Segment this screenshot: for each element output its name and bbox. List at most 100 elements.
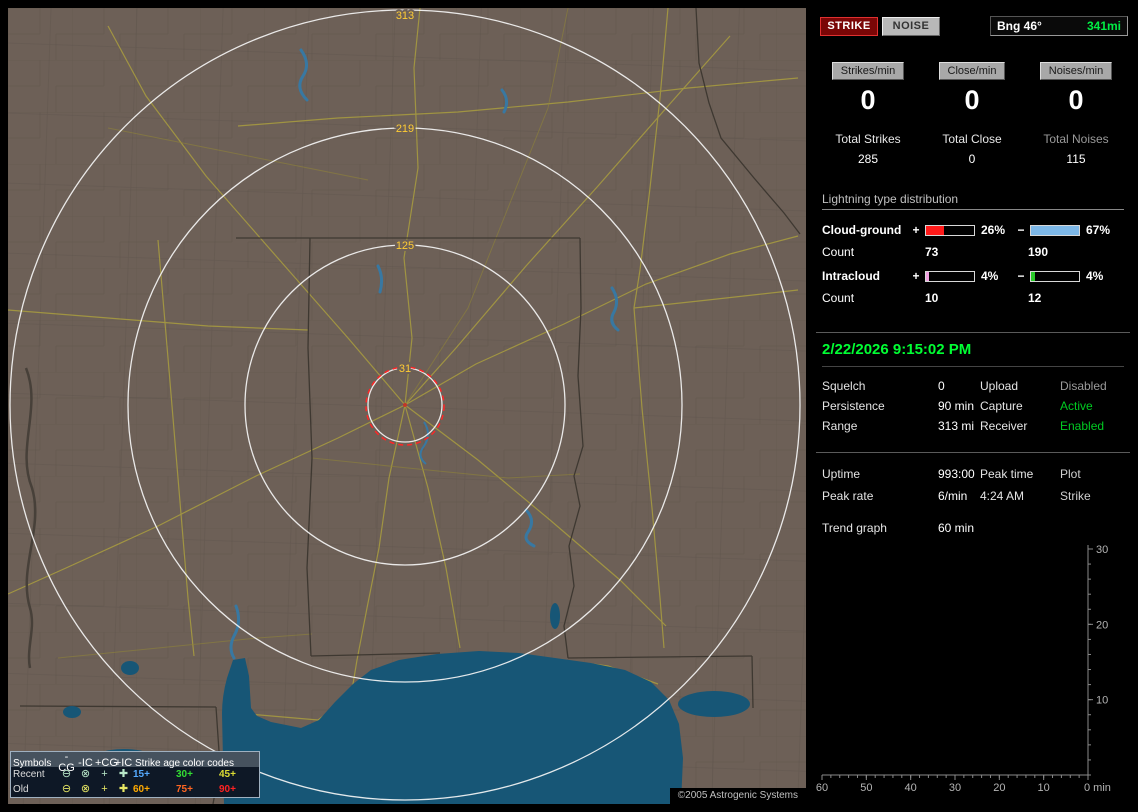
cg-count-label: Count	[822, 245, 855, 259]
age-75: 75+	[176, 784, 193, 795]
cg-minus-bar	[1030, 224, 1080, 236]
bearing-range-value: 341mi	[1086, 19, 1121, 33]
trend-graph-row: Trend graph 60 min	[822, 517, 1130, 539]
recent-minus-cg-icon: ⊖	[61, 768, 72, 780]
minus-sign: −	[1017, 269, 1025, 283]
map-canvas: 313 219 125 31	[8, 8, 806, 804]
plus-sign: +	[912, 223, 920, 237]
legend-recent-label: Recent	[13, 769, 45, 780]
noise-button[interactable]: NOISE	[882, 16, 940, 36]
old-plus-ic-icon: ✚	[118, 783, 129, 795]
ring-label-125: 125	[396, 240, 414, 252]
persistence-value: 90 min	[938, 399, 975, 413]
close-per-min-counter: Close/min 0	[920, 62, 1024, 116]
ring-label-313: 313	[396, 10, 414, 22]
peak-rate-label: Peak rate	[822, 489, 874, 503]
total-noises: Total Noises 115	[1024, 132, 1128, 166]
receiver-status: Enabled	[1060, 419, 1105, 433]
range-value: 313 mi	[938, 419, 975, 433]
svg-text:10: 10	[1096, 695, 1108, 707]
age-30: 30+	[176, 769, 193, 780]
ic-minus-bar-fill	[1031, 271, 1035, 281]
recent-plus-cg-icon: +	[101, 768, 108, 780]
lightning-map[interactable]: 313 219 125 31 Symbols -CG -IC +CG +IC S…	[8, 8, 806, 804]
peak-rate-row: Peak rate 6/min 4:24 AM Strike	[822, 485, 1130, 507]
station-marker	[403, 403, 407, 407]
recent-plus-ic-icon: ✚	[118, 768, 129, 780]
total-noises-label: Total Noises	[1043, 132, 1109, 146]
range-row: Range 313 mi Receiver Enabled	[822, 416, 1130, 436]
noises-per-min-counter: Noises/min 0	[1024, 62, 1128, 116]
cloud-ground-count-row: Count 73 190	[822, 240, 1124, 264]
range-label: Range	[822, 419, 858, 433]
trend-graph-value: 60 min	[938, 521, 975, 535]
rate-counters: Strikes/min 0 Close/min 0 Noises/min 0	[816, 62, 1130, 116]
svg-text:0 min: 0 min	[1084, 782, 1111, 794]
toolbar: STRIKE NOISE Bng 46° 341mi	[816, 16, 1130, 36]
intracloud-label: Intracloud	[822, 269, 881, 283]
old-minus-ic-icon: ⊗	[80, 783, 91, 795]
upload-label: Upload	[980, 379, 1019, 393]
totals: Total Strikes 285 Total Close 0 Total No…	[816, 132, 1130, 166]
capture-status: Active	[1060, 399, 1093, 413]
squelch-row: Squelch 0 Upload Disabled	[822, 376, 1130, 396]
cg-minus-count: 190	[1028, 245, 1049, 259]
total-noises-value: 115	[1066, 152, 1086, 166]
age-15: 15+	[133, 769, 150, 780]
close-per-min-value: 0	[964, 85, 980, 115]
squelch-label: Squelch	[822, 379, 866, 393]
total-close-value: 0	[968, 152, 976, 166]
uptime-value: 993:00	[938, 467, 975, 481]
total-strikes: Total Strikes 285	[816, 132, 920, 166]
total-strikes-value: 285	[857, 152, 879, 166]
peak-time-label: Peak time	[980, 467, 1034, 481]
legend-old-row: Old ⊖ ⊗ + ✚ 60+ 75+ 90+	[11, 782, 259, 797]
svg-text:20: 20	[1096, 619, 1108, 631]
distribution-title: Lightning type distribution	[822, 192, 1124, 210]
plus-sign: +	[912, 269, 920, 283]
plot-label: Plot	[1060, 467, 1081, 481]
svg-text:60: 60	[816, 782, 828, 794]
datetime-display: 2/22/2026 9:15:02 PM	[822, 337, 1124, 367]
cg-plus-percent: 26%	[981, 223, 1006, 237]
ic-plus-bar-fill	[926, 271, 930, 281]
strike-button[interactable]: STRIKE	[820, 16, 878, 36]
legend-col-minus-ic: -IC	[78, 756, 93, 769]
svg-text:20: 20	[993, 782, 1005, 794]
receiver-label: Receiver	[980, 419, 1028, 433]
noises-per-min-chip[interactable]: Noises/min	[1039, 62, 1113, 80]
map-legend: Symbols -CG -IC +CG +IC Strike age color…	[10, 751, 260, 798]
peak-time-value: 4:24 AM	[980, 489, 1025, 503]
svg-text:10: 10	[1038, 782, 1050, 794]
cg-minus-bar-fill	[1031, 225, 1079, 235]
legend-age-header: Strike age color codes	[135, 757, 234, 769]
legend-col-plus-cg: +CG	[95, 756, 118, 769]
ring-label-219: 219	[396, 123, 414, 135]
cloud-ground-row: Cloud-ground + 26% − 67%	[822, 220, 1124, 240]
cloud-ground-label: Cloud-ground	[822, 223, 902, 237]
total-close-label: Total Close	[942, 132, 1002, 146]
strikes-per-min-chip[interactable]: Strikes/min	[831, 62, 905, 80]
peak-rate-value: 6/min	[938, 489, 968, 503]
uptime-label: Uptime	[822, 467, 861, 481]
total-close: Total Close 0	[920, 132, 1024, 166]
strike-stats-section: STRIKE NOISE Bng 46° 341mi Strikes/min 0…	[816, 16, 1130, 310]
age-45: 45+	[219, 769, 236, 780]
old-minus-cg-icon: ⊖	[61, 783, 72, 795]
close-per-min-chip[interactable]: Close/min	[938, 62, 1006, 80]
cg-plus-count: 73	[925, 245, 939, 259]
strikes-per-min-counter: Strikes/min 0	[816, 62, 920, 116]
age-60: 60+	[133, 784, 150, 795]
ic-minus-percent: 4%	[1086, 269, 1104, 283]
receiver-status-section: 2/22/2026 9:15:02 PM Squelch 0 Upload Di…	[816, 332, 1130, 452]
bearing-label: Bng 46°	[997, 19, 1042, 33]
legend-symbols-header: Symbols	[13, 757, 52, 769]
svg-text:50: 50	[860, 782, 872, 794]
bearing-display: Bng 46° 341mi	[990, 16, 1128, 36]
old-plus-cg-icon: +	[101, 783, 108, 795]
cg-plus-bar	[925, 224, 975, 236]
ic-plus-percent: 4%	[981, 269, 999, 283]
legend-header-row: Symbols -CG -IC +CG +IC Strike age color…	[11, 752, 259, 774]
svg-text:40: 40	[905, 782, 917, 794]
stormvue-window: 313 219 125 31 Symbols -CG -IC +CG +IC S…	[0, 0, 1138, 812]
